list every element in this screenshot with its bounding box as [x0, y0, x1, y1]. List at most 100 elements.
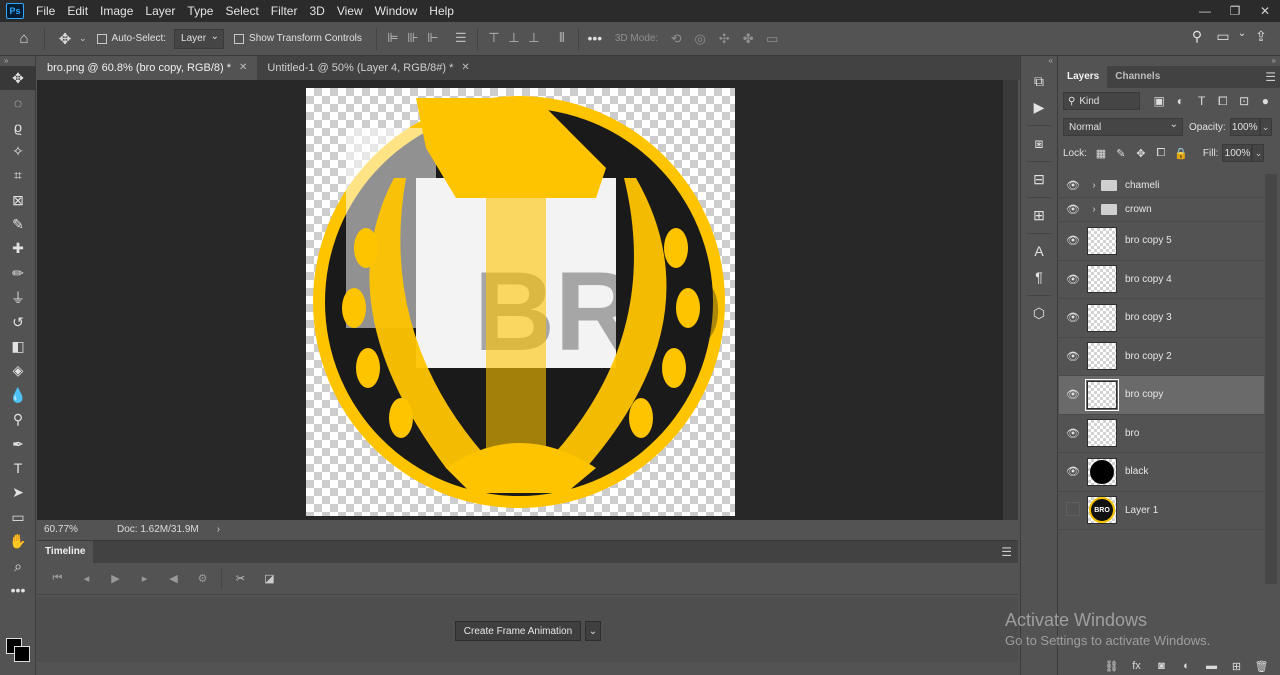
clone-stamp-tool-icon[interactable]: ⏚: [0, 286, 36, 310]
frame-tool-icon[interactable]: ⊠: [0, 188, 36, 212]
eye-hidden-icon[interactable]: [1059, 502, 1087, 519]
collapse-strip-icon[interactable]: «: [1021, 56, 1057, 68]
eye-icon[interactable]: 👁: [1059, 234, 1087, 247]
color-swatches[interactable]: [4, 632, 32, 662]
layer-layer-1[interactable]: BRO Layer 1: [1059, 492, 1264, 530]
next-frame-icon[interactable]: ▸: [130, 572, 159, 585]
eye-icon[interactable]: 👁: [1059, 388, 1087, 401]
spot-healing-tool-icon[interactable]: ✚: [0, 237, 36, 261]
filter-toggle-icon[interactable]: ●: [1255, 94, 1276, 108]
lock-image-pixels-icon[interactable]: ✎: [1111, 147, 1131, 160]
roll-3d-icon[interactable]: ◎: [688, 31, 712, 47]
split-scissors-icon[interactable]: ✂: [226, 572, 255, 585]
workspace-icon[interactable]: ▭: [1210, 28, 1236, 45]
filter-smart-object-icon[interactable]: ⊡: [1233, 94, 1254, 108]
blend-mode-dropdown[interactable]: Normal: [1063, 118, 1183, 136]
dodge-tool-icon[interactable]: ⚲: [0, 407, 36, 431]
menu-filter[interactable]: Filter: [265, 0, 304, 22]
settings-icon[interactable]: ⚙: [188, 572, 217, 585]
layer-bro-copy-3[interactable]: 👁 bro copy 3: [1059, 299, 1264, 338]
layer-bro[interactable]: 👁 bro: [1059, 415, 1264, 453]
layer-bro-copy-5[interactable]: 👁 bro copy 5: [1059, 222, 1264, 261]
new-layer-icon[interactable]: ⊞: [1224, 660, 1249, 675]
delete-layer-icon[interactable]: 🗑: [1249, 660, 1274, 675]
marquee-tool-icon[interactable]: ◌: [0, 90, 36, 114]
magic-wand-tool-icon[interactable]: ✧: [0, 139, 36, 163]
chevron-down-icon[interactable]: ⌄: [1236, 28, 1248, 45]
tab-bro-png[interactable]: bro.png @ 60.8% (bro copy, RGB/8) * ✕: [37, 56, 258, 80]
kind-filter-dropdown[interactable]: ⚲ Kind: [1063, 92, 1141, 110]
more-options-icon[interactable]: •••: [585, 30, 605, 48]
menu-3d[interactable]: 3D: [303, 0, 330, 22]
zoom-tool-icon[interactable]: ⌕: [0, 554, 36, 578]
canvas-workspace[interactable]: BRO: [37, 80, 1003, 520]
align-hcenter-icon[interactable]: ⊪: [403, 30, 423, 48]
tab-timeline[interactable]: Timeline: [37, 541, 94, 563]
menu-image[interactable]: Image: [94, 0, 139, 22]
align-bottom-icon[interactable]: ⊥: [524, 30, 544, 48]
hand-tool-icon[interactable]: ✋: [0, 529, 36, 553]
align-right-icon[interactable]: ⊩: [423, 30, 443, 48]
brush-tool-icon[interactable]: ✏: [0, 261, 36, 285]
lock-artboard-icon[interactable]: ⧠: [1151, 147, 1171, 160]
3d-panel-icon[interactable]: ⬡: [1021, 300, 1057, 326]
eye-icon[interactable]: 👁: [1059, 465, 1087, 478]
chevron-down-icon[interactable]: ⌄: [79, 33, 87, 44]
scale-3d-icon[interactable]: ▭: [760, 31, 784, 47]
restore-icon[interactable]: ❐: [1220, 0, 1250, 22]
pan-3d-icon[interactable]: ✣: [712, 31, 736, 47]
lock-transparent-pixels-icon[interactable]: ▦: [1091, 147, 1111, 160]
add-mask-icon[interactable]: ◙: [1149, 660, 1174, 675]
close-icon[interactable]: ✕: [1250, 0, 1280, 22]
home-icon[interactable]: ⌂: [10, 30, 38, 47]
chevron-right-icon[interactable]: ›: [1087, 204, 1101, 215]
chevron-down-icon[interactable]: ⌄: [1252, 144, 1265, 162]
layer-group-chameli[interactable]: 👁 › chameli: [1059, 174, 1264, 198]
menu-type[interactable]: Type: [181, 0, 219, 22]
new-group-icon[interactable]: ▬: [1199, 660, 1224, 675]
eye-icon[interactable]: 👁: [1059, 311, 1087, 324]
layer-bro-copy-4[interactable]: 👁 bro copy 4: [1059, 261, 1264, 299]
eye-icon[interactable]: 👁: [1059, 427, 1087, 440]
show-transform-controls-checkbox[interactable]: Show Transform Controls: [234, 33, 362, 44]
minimize-icon[interactable]: —: [1190, 0, 1220, 22]
menu-help[interactable]: Help: [423, 0, 460, 22]
close-tab-icon[interactable]: ✕: [239, 56, 247, 80]
eye-icon[interactable]: 👁: [1059, 203, 1087, 216]
chevron-down-icon[interactable]: ⌄: [1259, 118, 1272, 136]
pen-tool-icon[interactable]: ✒: [0, 432, 36, 456]
distribute-horizontal-icon[interactable]: ☰: [451, 30, 471, 48]
tab-untitled-1[interactable]: Untitled-1 @ 50% (Layer 4, RGB/8#) * ✕: [257, 56, 479, 80]
libraries-panel-icon[interactable]: ⧆: [1021, 130, 1057, 156]
eraser-tool-icon[interactable]: ◧: [0, 334, 36, 358]
menu-edit[interactable]: Edit: [61, 0, 94, 22]
search-icon[interactable]: ⚲: [1184, 28, 1210, 45]
opacity-field[interactable]: 100%: [1229, 118, 1260, 136]
fill-field[interactable]: 100%: [1222, 144, 1253, 162]
edit-toolbar-icon[interactable]: •••: [0, 578, 36, 602]
move-tool-icon[interactable]: ✥: [0, 66, 36, 91]
character-panel-icon[interactable]: A: [1021, 238, 1057, 264]
align-top-icon[interactable]: ⊤: [484, 30, 504, 48]
photoshop-logo-icon[interactable]: Ps: [6, 3, 24, 19]
menu-select[interactable]: Select: [219, 0, 264, 22]
document-canvas[interactable]: BRO: [306, 88, 735, 516]
chevron-right-icon[interactable]: ›: [1087, 180, 1101, 191]
chevron-down-icon[interactable]: ⌄: [585, 621, 601, 641]
menu-view[interactable]: View: [331, 0, 369, 22]
collapse-toolbar-icon[interactable]: »: [0, 56, 35, 66]
play-icon[interactable]: ▶: [101, 572, 130, 585]
layer-black[interactable]: 👁 black: [1059, 453, 1264, 492]
previous-frame-icon[interactable]: ◂: [72, 572, 101, 585]
tab-channels[interactable]: Channels: [1107, 66, 1168, 88]
menu-file[interactable]: File: [30, 0, 61, 22]
slide-3d-icon[interactable]: ✤: [736, 31, 760, 47]
history-brush-tool-icon[interactable]: ↺: [0, 310, 36, 334]
adjustments-panel-icon[interactable]: ⊟: [1021, 166, 1057, 192]
eye-icon[interactable]: 👁: [1059, 350, 1087, 363]
layer-group-crown[interactable]: 👁 › crown: [1059, 198, 1264, 222]
paragraph-panel-icon[interactable]: ¶: [1021, 264, 1057, 290]
status-menu-arrow[interactable]: ›: [217, 524, 220, 535]
transition-icon[interactable]: ◪: [255, 572, 284, 585]
lasso-tool-icon[interactable]: ϱ: [0, 115, 36, 139]
